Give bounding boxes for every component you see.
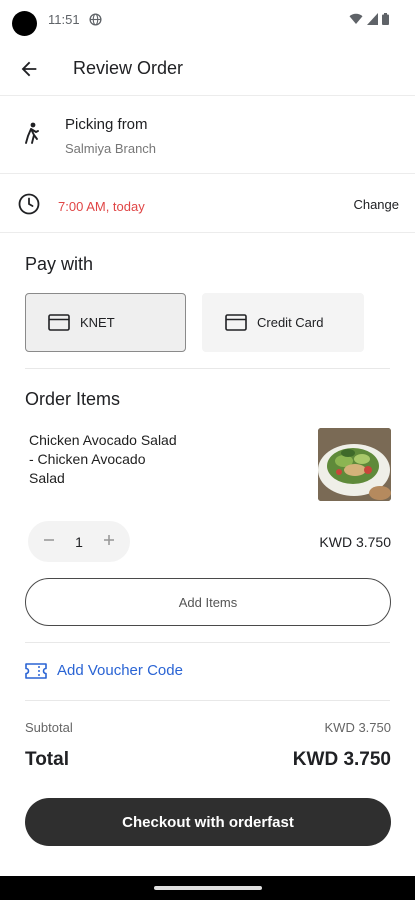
system-icons: [349, 13, 389, 25]
payment-option-credit-card[interactable]: Credit Card: [202, 293, 364, 352]
order-item-name: Chicken Avocado Salad - Chicken Avocado …: [29, 432, 177, 486]
quantity-value: 1: [75, 533, 83, 550]
walking-person-icon: [25, 122, 39, 144]
decrease-quantity-button[interactable]: [42, 533, 56, 550]
pay-with-heading: Pay with: [25, 254, 94, 274]
quantity-stepper: 1: [28, 521, 130, 562]
change-time-button[interactable]: Change: [353, 197, 399, 212]
total-label: Total: [25, 749, 69, 770]
system-navigation-bar: [0, 876, 415, 900]
salad-image: [318, 428, 391, 501]
wifi-icon: [349, 13, 363, 24]
subtotal-label: Subtotal: [25, 720, 73, 735]
order-items-heading: Order Items: [25, 389, 121, 409]
voucher-label: Add Voucher Code: [57, 662, 183, 679]
status-bar: 11:51: [0, 0, 415, 40]
payment-option-label: Credit Card: [257, 315, 324, 330]
pickup-label: Picking from: [65, 116, 148, 133]
checkout-button[interactable]: Checkout with orderfast: [25, 798, 391, 846]
payment-option-knet[interactable]: KNET: [25, 293, 186, 352]
subtotal-value: KWD 3.750: [324, 720, 391, 735]
divider: [25, 368, 390, 369]
divider: [25, 700, 390, 701]
payment-option-label: KNET: [80, 315, 115, 330]
total-value: KWD 3.750: [292, 749, 391, 770]
status-time: 11:51: [48, 12, 80, 27]
divider: [25, 642, 390, 643]
minus-icon: [44, 539, 54, 541]
add-items-button[interactable]: Add Items: [25, 578, 391, 626]
home-gesture-handle[interactable]: [154, 886, 262, 890]
pickup-time-row: 7:00 AM, today Change: [0, 175, 415, 233]
increase-quantity-button[interactable]: [102, 533, 116, 550]
plus-icon: [103, 535, 114, 545]
add-voucher-button[interactable]: Add Voucher Code: [25, 662, 183, 679]
app-bar: Review Order: [0, 40, 415, 96]
card-icon: [225, 314, 247, 331]
voucher-ticket-icon: [25, 662, 47, 679]
globe-icon: [89, 13, 102, 26]
order-item-price: KWD 3.750: [319, 534, 391, 550]
back-arrow-icon[interactable]: [18, 58, 40, 80]
card-icon: [48, 314, 70, 331]
camera-cutout: [12, 11, 37, 36]
pickup-branch: Salmiya Branch: [65, 141, 157, 156]
battery-icon: [382, 13, 389, 25]
pickup-location-row: Picking from Salmiya Branch: [0, 96, 415, 174]
signal-icon: [367, 13, 378, 25]
pickup-time-value: 7:00 AM, today: [58, 199, 145, 214]
clock-icon: [18, 193, 40, 215]
page-title: Review Order: [73, 58, 184, 78]
